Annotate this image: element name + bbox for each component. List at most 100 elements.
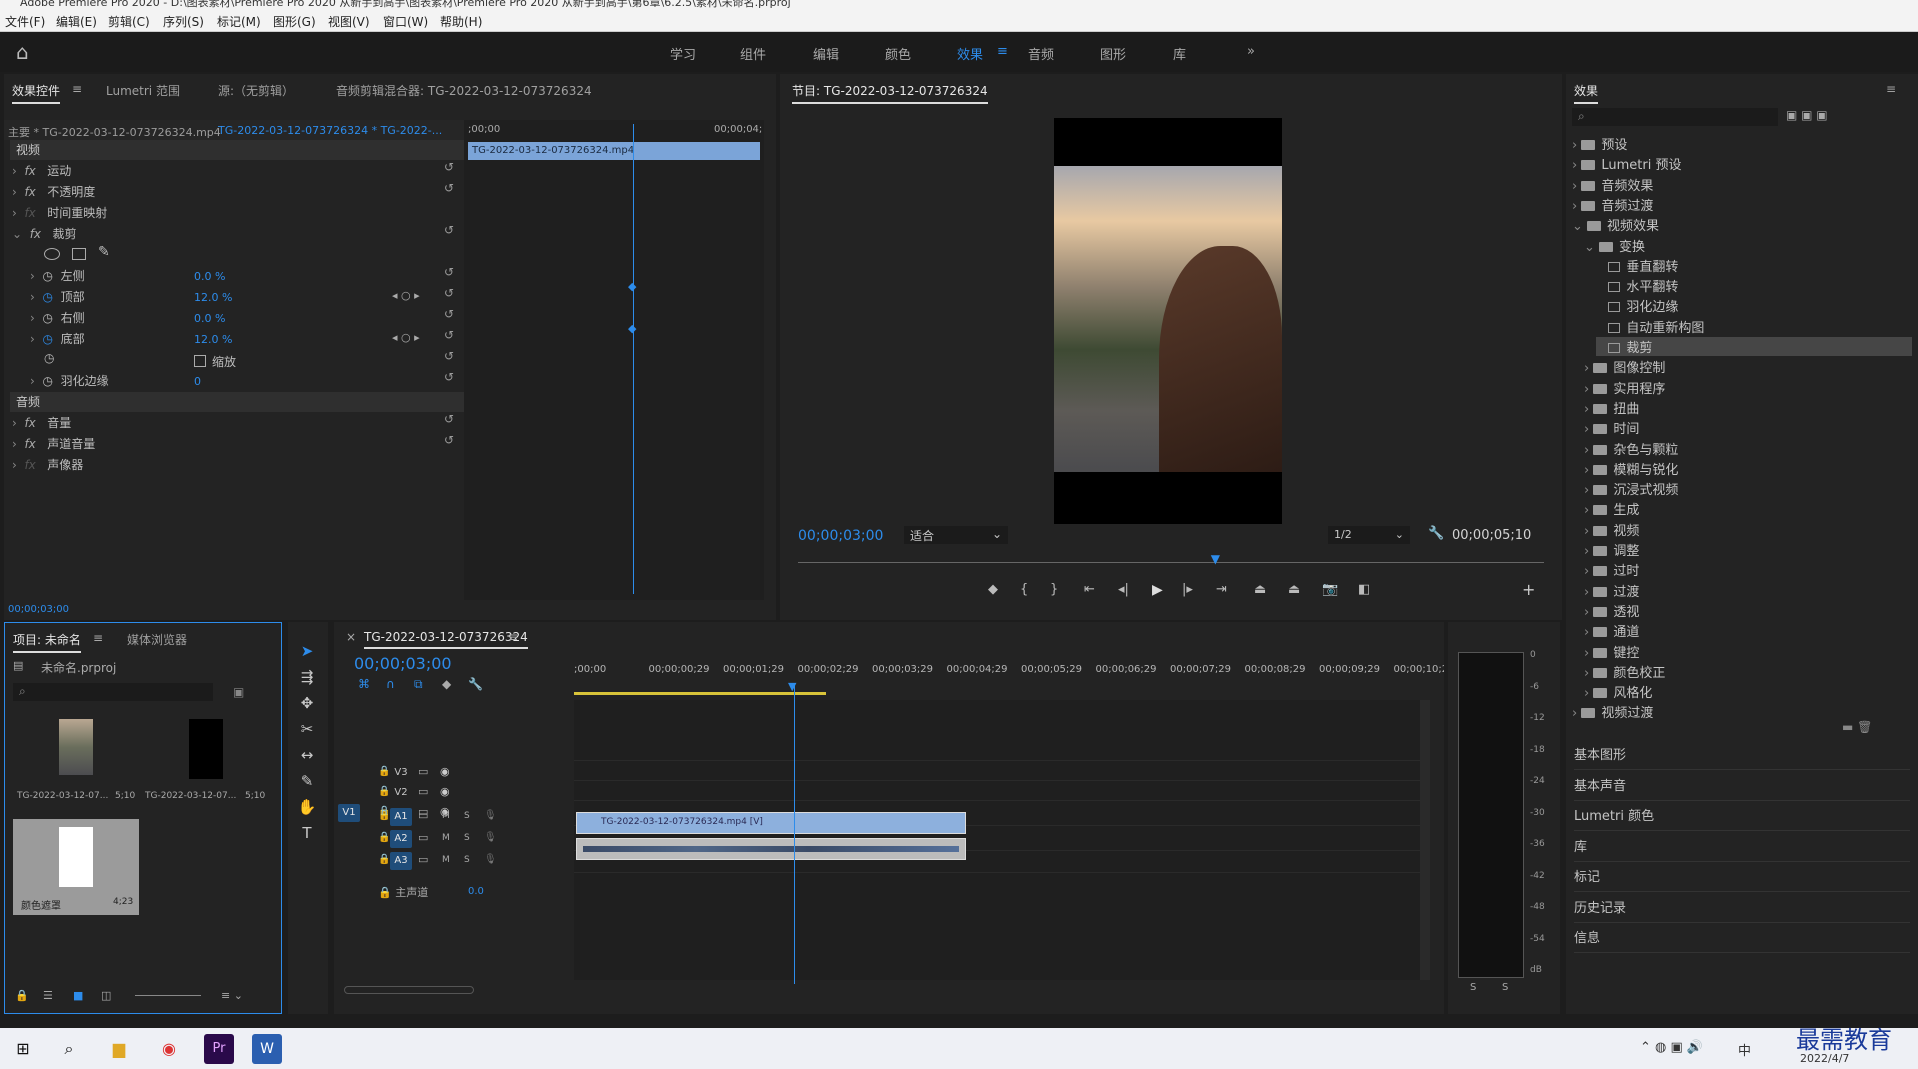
video-clip[interactable]: TG-2022-03-12-073726324.mp4 [V] (576, 812, 966, 834)
toggle-output-eye-icon[interactable]: ◉ (440, 785, 450, 798)
solo-left-button[interactable]: S (1470, 982, 1476, 993)
home-icon[interactable]: ⌂ (16, 40, 29, 64)
step-back-icon[interactable]: ◂| (1118, 582, 1129, 597)
effect-folder[interactable]: › 时间 (1584, 418, 1639, 437)
track-target-a3[interactable]: A3 (390, 852, 412, 870)
effect-folder[interactable]: › 视频过渡 (1572, 702, 1653, 721)
mute-button[interactable]: M (442, 811, 450, 821)
workspace-library[interactable]: 库 (1173, 44, 1186, 63)
stopwatch-active-icon[interactable]: ◷ (42, 332, 52, 346)
menu-view[interactable]: 视图(V) (328, 13, 370, 30)
effect-folder[interactable]: › 实用程序 (1584, 378, 1665, 397)
effects-search-input[interactable]: ⌕ (1572, 108, 1778, 126)
chrome-icon[interactable]: ◉ (154, 1034, 184, 1064)
hand-tool-icon[interactable]: ✋ (294, 796, 320, 818)
search-icon[interactable]: ⌕ (54, 1034, 84, 1064)
menu-marker[interactable]: 标记(M) (217, 13, 261, 30)
effect-folder[interactable]: › 模糊与锐化 (1584, 459, 1678, 478)
vertical-scrollbar[interactable] (1420, 700, 1430, 980)
sync-lock-icon[interactable]: ▭ (418, 765, 428, 778)
add-button-icon[interactable]: + (1522, 580, 1535, 599)
project-item[interactable]: TG-2022-03-12-07... 5;10 (13, 715, 139, 811)
sync-lock-icon[interactable]: ▭ (418, 785, 428, 798)
panel-menu-icon[interactable]: ≡ (508, 630, 518, 644)
effect-folder[interactable]: › 过渡 (1584, 581, 1639, 600)
project-item[interactable]: TG-2022-03-12-07... 5;10 (141, 715, 267, 811)
workspace-learn[interactable]: 学习 (670, 44, 696, 63)
solo-right-button[interactable]: S (1502, 982, 1508, 993)
pen-mask-icon[interactable]: ✎ (98, 244, 110, 260)
playhead-handle[interactable]: ▼ (788, 680, 796, 693)
workspace-audio[interactable]: 音频 (1028, 44, 1054, 63)
master-volume-value[interactable]: 0.0 (468, 886, 484, 897)
play-icon[interactable]: ▶ (1152, 582, 1163, 598)
track-target-v2[interactable]: V2 (390, 784, 412, 802)
effect-channel-volume[interactable]: › fx 声道音量 (12, 435, 95, 455)
keyframe-nav-bottom[interactable]: ◂ ○ ▸ (392, 331, 420, 344)
snap-icon[interactable]: ∩ (386, 677, 395, 691)
effect-folder[interactable]: › 音频过渡 (1572, 195, 1653, 214)
menu-clip[interactable]: 剪辑(C) (108, 13, 150, 30)
linked-selection-icon[interactable]: ⧉ (414, 677, 423, 692)
effect-folder[interactable]: › 调整 (1584, 540, 1639, 559)
collapsed-panel-tab[interactable]: Lumetri 颜色 (1574, 805, 1910, 831)
track-target-v3[interactable]: V3 (390, 764, 412, 782)
fit-dropdown[interactable]: 适合 ⌄ (904, 526, 1008, 544)
project-item[interactable]: 颜色遮罩 4;23 (13, 819, 139, 915)
keyframe-nav-top[interactable]: ◂ ○ ▸ (392, 289, 420, 302)
sort-icon[interactable]: ≡ ⌄ (221, 989, 243, 1002)
menu-edit[interactable]: 编辑(E) (56, 13, 97, 30)
track-select-tool-icon[interactable]: ⇶ (294, 666, 320, 688)
selection-tool-icon[interactable]: ➤ (294, 640, 320, 662)
ec-timecode[interactable]: 00;00;03;00 (8, 604, 69, 615)
program-timecode[interactable]: 00;00;03;00 (798, 528, 883, 544)
razor-tool-icon[interactable]: ✂ (294, 718, 320, 740)
effect-folder[interactable]: › 风格化 (1584, 682, 1652, 701)
tab-effect-controls[interactable]: 效果控件 (12, 82, 61, 104)
video-frame[interactable] (1054, 118, 1282, 524)
mute-button[interactable]: M (442, 855, 450, 865)
resolution-dropdown[interactable]: 1/2 ⌄ (1328, 526, 1410, 544)
timeline-title[interactable]: TG-2022-03-12-073726324 (364, 630, 528, 649)
workspace-graphics[interactable]: 图形 (1100, 44, 1126, 63)
ec-playhead[interactable] (633, 124, 634, 594)
reset-icon[interactable]: ↺ (444, 412, 454, 426)
effect-folder[interactable]: › 杂色与颗粒 (1584, 439, 1678, 458)
stopwatch-icon[interactable]: ◷ (42, 311, 52, 325)
effect-folder[interactable]: › 通道 (1584, 621, 1639, 640)
effect-volume[interactable]: › fx 音量 (12, 414, 71, 434)
workspace-effects[interactable]: 效果 (957, 44, 983, 63)
reset-icon[interactable]: ↺ (444, 328, 454, 342)
mark-in-icon[interactable]: { (1020, 582, 1028, 597)
export-frame-icon[interactable]: 📷 (1322, 582, 1338, 597)
effects-title[interactable]: 效果 (1574, 82, 1599, 104)
effect-time-remap[interactable]: › fx 时间重映射 (12, 204, 107, 224)
effect-item[interactable]: 水平翻转 (1596, 276, 1678, 295)
effect-folder[interactable]: › 生成 (1584, 499, 1639, 518)
sync-lock-icon[interactable]: ▭ (418, 853, 428, 866)
collapsed-panel-tab[interactable]: 基本图形 (1574, 744, 1910, 770)
clip-selector[interactable]: TG-2022-03-12-073726324 * TG-2022-... (218, 124, 442, 137)
effect-folder[interactable]: › 图像控制 (1584, 357, 1665, 376)
source-patch-v1[interactable]: V1 (338, 804, 360, 822)
reset-icon[interactable]: ↺ (444, 160, 454, 174)
freeform-view-icon[interactable]: ◫ (101, 989, 111, 1002)
sync-lock-icon[interactable]: ▭ (418, 809, 428, 822)
wrench-icon[interactable]: 🔧 (1428, 526, 1444, 541)
track-lock-icon[interactable]: 🔒 (378, 766, 390, 777)
mark-out-icon[interactable]: } (1050, 582, 1058, 597)
compare-icon[interactable]: ◧ (1358, 582, 1370, 597)
menu-graphics[interactable]: 图形(G) (273, 13, 316, 30)
timeline-settings-icon[interactable]: 🔧 (468, 677, 483, 691)
menu-window[interactable]: 窗口(W) (383, 13, 428, 30)
lock-icon[interactable]: 🔒 (15, 989, 29, 1002)
solo-button[interactable]: S (464, 855, 470, 865)
reset-icon[interactable]: ↺ (444, 286, 454, 300)
ellipse-mask-icon[interactable] (44, 248, 60, 260)
go-to-in-icon[interactable]: ⇤ (1084, 582, 1095, 597)
sync-lock-icon[interactable]: ▭ (418, 831, 428, 844)
track-target-a2[interactable]: A2 (390, 830, 412, 848)
effect-crop[interactable]: ⌄ fx 裁剪 (12, 225, 76, 245)
workspace-menu-icon[interactable]: ≡ (997, 44, 1008, 59)
audio-clip[interactable] (576, 838, 966, 860)
